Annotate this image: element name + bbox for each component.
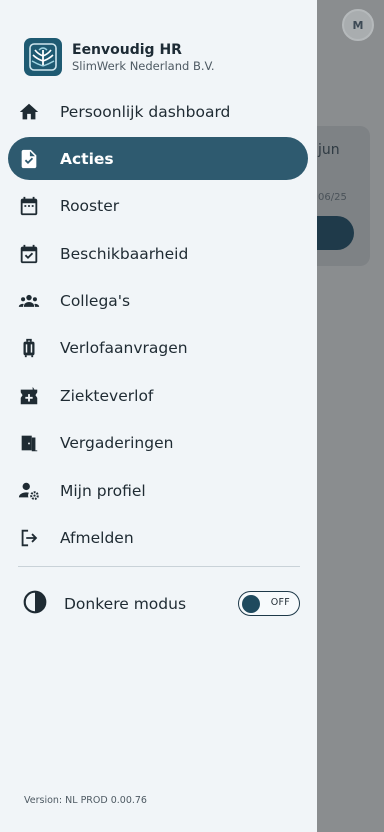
calendar-icon <box>18 195 40 217</box>
brand-logo-icon <box>24 38 62 76</box>
nav-menu: Persoonlijk dashboard Acties Rooster Bes… <box>8 90 308 564</box>
logout-icon <box>18 527 40 549</box>
home-icon <box>18 101 40 123</box>
nav-item-label: Verlofaanvragen <box>60 339 188 358</box>
nav-item-verlofaanvragen[interactable]: Verlofaanvragen <box>8 327 308 370</box>
nav-item-label: Vergaderingen <box>60 434 174 453</box>
dark-mode-row: Donkere modus OFF <box>22 588 302 620</box>
nav-item-label: Mijn profiel <box>60 481 146 500</box>
nav-item-afmelden[interactable]: Afmelden <box>8 517 308 560</box>
brand-title: Eenvoudig HR <box>72 41 182 58</box>
suitcase-icon <box>18 337 40 359</box>
nav-item-label: Acties <box>60 149 114 168</box>
avatar[interactable]: M <box>342 9 374 41</box>
navigation-drawer: Eenvoudig HR SlimWerk Nederland B.V. Per… <box>0 0 317 832</box>
document-check-icon <box>18 148 40 170</box>
contrast-icon <box>22 589 48 619</box>
toggle-state-text: OFF <box>270 597 290 608</box>
version-text: Version: NL PROD 0.00.76 <box>24 795 147 806</box>
divider <box>18 566 300 567</box>
medical-bag-icon <box>18 385 40 407</box>
door-icon <box>18 432 40 454</box>
nav-item-label: Afmelden <box>60 529 134 548</box>
user-settings-icon <box>18 480 40 502</box>
nav-item-label: Beschikbaarheid <box>60 244 189 263</box>
nav-item-label: Collega's <box>60 292 131 311</box>
nav-item-rooster[interactable]: Rooster <box>8 185 308 228</box>
dark-mode-toggle[interactable]: OFF <box>238 591 300 616</box>
nav-item-acties[interactable]: Acties <box>8 137 308 181</box>
nav-item-label: Rooster <box>60 197 120 216</box>
nav-item-ziekteverlof[interactable]: Ziekteverlof <box>8 374 308 417</box>
nav-item-label: Persoonlijk dashboard <box>60 102 231 121</box>
calendar-check-icon <box>18 243 40 265</box>
nav-item-beschikbaarheid[interactable]: Beschikbaarheid <box>8 232 308 275</box>
brand-header: Eenvoudig HR SlimWerk Nederland B.V. <box>24 38 215 76</box>
brand-subtitle: SlimWerk Nederland B.V. <box>72 58 215 73</box>
nav-item-mijn-profiel[interactable]: Mijn profiel <box>8 469 308 512</box>
nav-item-collegas[interactable]: Collega's <box>8 280 308 323</box>
background-card-date: 06/25 <box>318 192 347 203</box>
dark-mode-label: Donkere modus <box>64 595 187 613</box>
people-icon <box>18 290 40 312</box>
nav-item-persoonlijk-dashboard[interactable]: Persoonlijk dashboard <box>8 90 308 133</box>
nav-item-vergaderingen[interactable]: Vergaderingen <box>8 422 308 465</box>
toggle-knob <box>242 594 260 613</box>
background-card-title: jun <box>318 142 340 158</box>
nav-item-label: Ziekteverlof <box>60 386 154 405</box>
